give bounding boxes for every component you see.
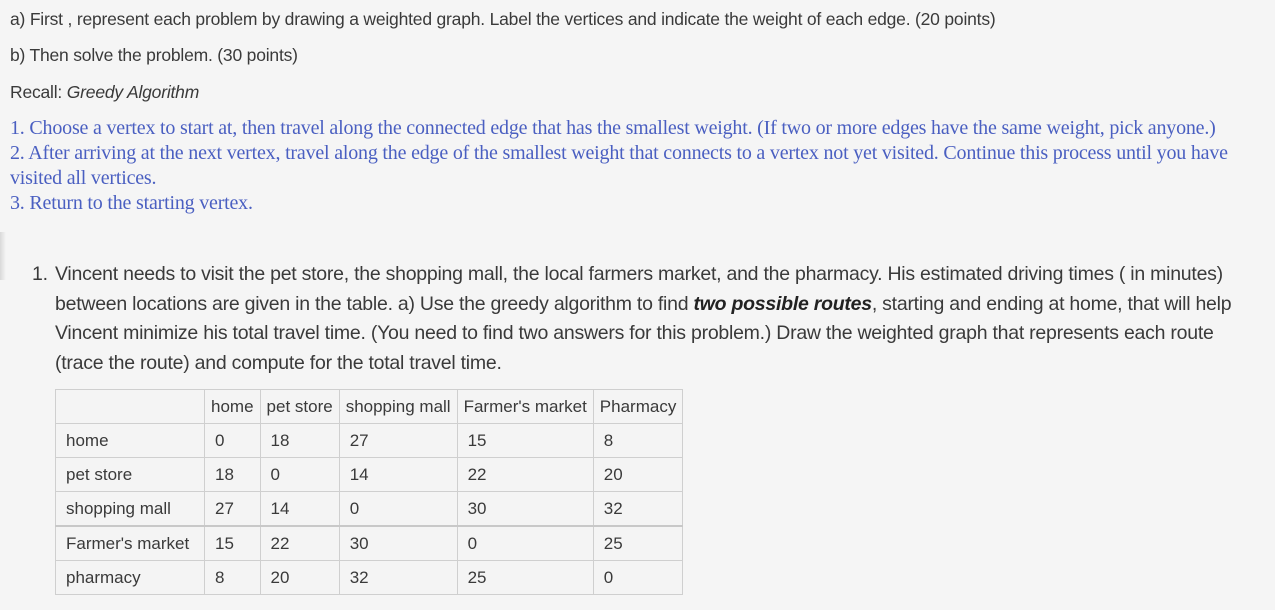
recall-label: Recall: — [10, 82, 67, 102]
row-label: shopping mall — [55, 491, 205, 527]
table-cell: 27 — [204, 491, 261, 527]
table-cell: 20 — [592, 457, 684, 492]
table-cell: 15 — [456, 423, 594, 458]
recall-heading: Recall: Greedy Algorithm — [10, 82, 199, 103]
greedy-step: 1. Choose a vertex to start at, then tra… — [10, 117, 1216, 139]
table-cell: 14 — [259, 491, 340, 527]
table-cell: 27 — [338, 423, 458, 458]
greedy-steps: 1. Choose a vertex to start at, then tra… — [10, 116, 1260, 216]
table-cell: 15 — [204, 525, 261, 561]
instruction-part-b: b) Then solve the problem. (30 points) — [10, 45, 298, 65]
table-cell: 30 — [456, 491, 594, 527]
problem-body: Vincent needs to visit the pet store, th… — [55, 260, 1267, 378]
table-header-cell: home — [204, 389, 261, 424]
table-header-cell — [55, 389, 205, 424]
table-row: home 0 18 27 15 8 — [55, 423, 684, 458]
problem-emphasis: two possible routes — [693, 292, 872, 315]
problem-number: 1. — [32, 263, 48, 285]
instruction-part-a: a) First , represent each problem by dra… — [10, 9, 996, 29]
greedy-step: 3. Return to the starting vertex. — [10, 192, 253, 214]
table-cell: 18 — [259, 423, 340, 458]
table-cell: 18 — [204, 457, 261, 492]
table-cell: 32 — [592, 491, 684, 527]
table-cell: 25 — [456, 560, 594, 595]
table-cell: 14 — [338, 457, 458, 492]
driving-times-table: home pet store shopping mall Farmer's ma… — [55, 389, 684, 595]
table-row: Farmer's market 15 22 30 0 25 — [55, 525, 684, 561]
table-cell: 0 — [259, 457, 340, 492]
table-cell: 20 — [259, 560, 340, 595]
table-row: pharmacy 8 20 32 25 0 — [55, 560, 684, 595]
table-cell: 30 — [338, 525, 458, 561]
table-cell: 22 — [456, 457, 594, 492]
row-label: home — [55, 423, 205, 458]
table-cell: 22 — [259, 525, 340, 561]
table-cell: 0 — [204, 423, 261, 458]
table-row: pet store 18 0 14 22 20 — [55, 457, 684, 492]
table-header-cell: pet store — [259, 389, 340, 424]
table-cell: 8 — [592, 423, 684, 458]
row-label: pharmacy — [55, 560, 205, 595]
table-cell: 32 — [338, 560, 458, 595]
table-cell: 25 — [592, 525, 684, 561]
table-row: shopping mall 27 14 0 30 32 — [55, 491, 684, 527]
table-header-cell: Farmer's market — [456, 389, 594, 424]
table-cell: 0 — [338, 491, 458, 527]
table-cell: 0 — [592, 560, 684, 595]
page-edge-shadow — [0, 232, 6, 280]
table-header-cell: Pharmacy — [592, 389, 684, 424]
row-label: pet store — [55, 457, 205, 492]
problem-statement: 1. Vincent needs to visit the pet store,… — [32, 260, 1267, 378]
table-cell: 8 — [204, 560, 261, 595]
recall-title: Greedy Algorithm — [66, 82, 200, 102]
table-header-cell: shopping mall — [338, 389, 458, 424]
table-cell: 0 — [456, 525, 594, 561]
table-header-row: home pet store shopping mall Farmer's ma… — [55, 389, 684, 424]
row-label: Farmer's market — [55, 525, 205, 561]
greedy-step: 2. After arriving at the next vertex, tr… — [10, 142, 1228, 189]
